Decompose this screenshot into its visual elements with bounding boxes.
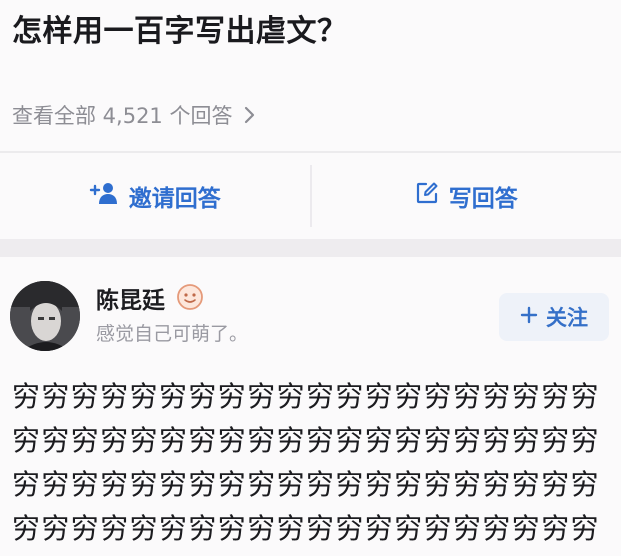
question-header: 怎样用一百字写出虐文？ 查看全部 4,521 个回答 [0, 0, 621, 152]
invite-answer-button[interactable]: 邀请回答 [0, 153, 310, 239]
avatar[interactable] [10, 281, 80, 351]
smiley-badge-icon [176, 283, 204, 311]
chevron-right-icon [238, 104, 260, 126]
author-bio: 感觉自己可萌了。 [96, 323, 249, 345]
view-all-answers-link[interactable]: 查看全部 4,521 个回答 [12, 100, 260, 130]
plus-icon [520, 305, 538, 329]
write-answer-label: 写回答 [448, 186, 518, 212]
follow-label: 关注 [546, 306, 588, 330]
write-answer-button[interactable]: 写回答 [312, 153, 621, 239]
question-title[interactable]: 怎样用一百字写出虐文？ [12, 6, 348, 50]
invite-answer-label: 邀请回答 [128, 186, 221, 212]
answer-body[interactable]: 穷穷穷穷穷穷穷穷穷穷穷穷穷穷穷穷穷穷穷穷穷穷穷穷穷穷穷穷穷穷穷穷穷穷穷穷穷穷穷穷… [12, 375, 612, 551]
author-name[interactable]: 陈昆廷 [96, 281, 165, 315]
section-separator [0, 239, 621, 257]
action-bar: 邀请回答 写回答 [0, 153, 621, 239]
add-person-icon [89, 181, 119, 211]
answer-card: 陈昆廷 感觉自己可萌了。 关注 穷穷穷穷穷穷穷穷穷穷穷穷穷穷穷穷穷穷穷穷穷穷穷穷… [0, 257, 621, 556]
edit-pencil-icon [415, 181, 439, 211]
view-all-answers-label: 查看全部 4,521 个回答 [12, 104, 233, 128]
follow-button[interactable]: 关注 [499, 293, 609, 341]
